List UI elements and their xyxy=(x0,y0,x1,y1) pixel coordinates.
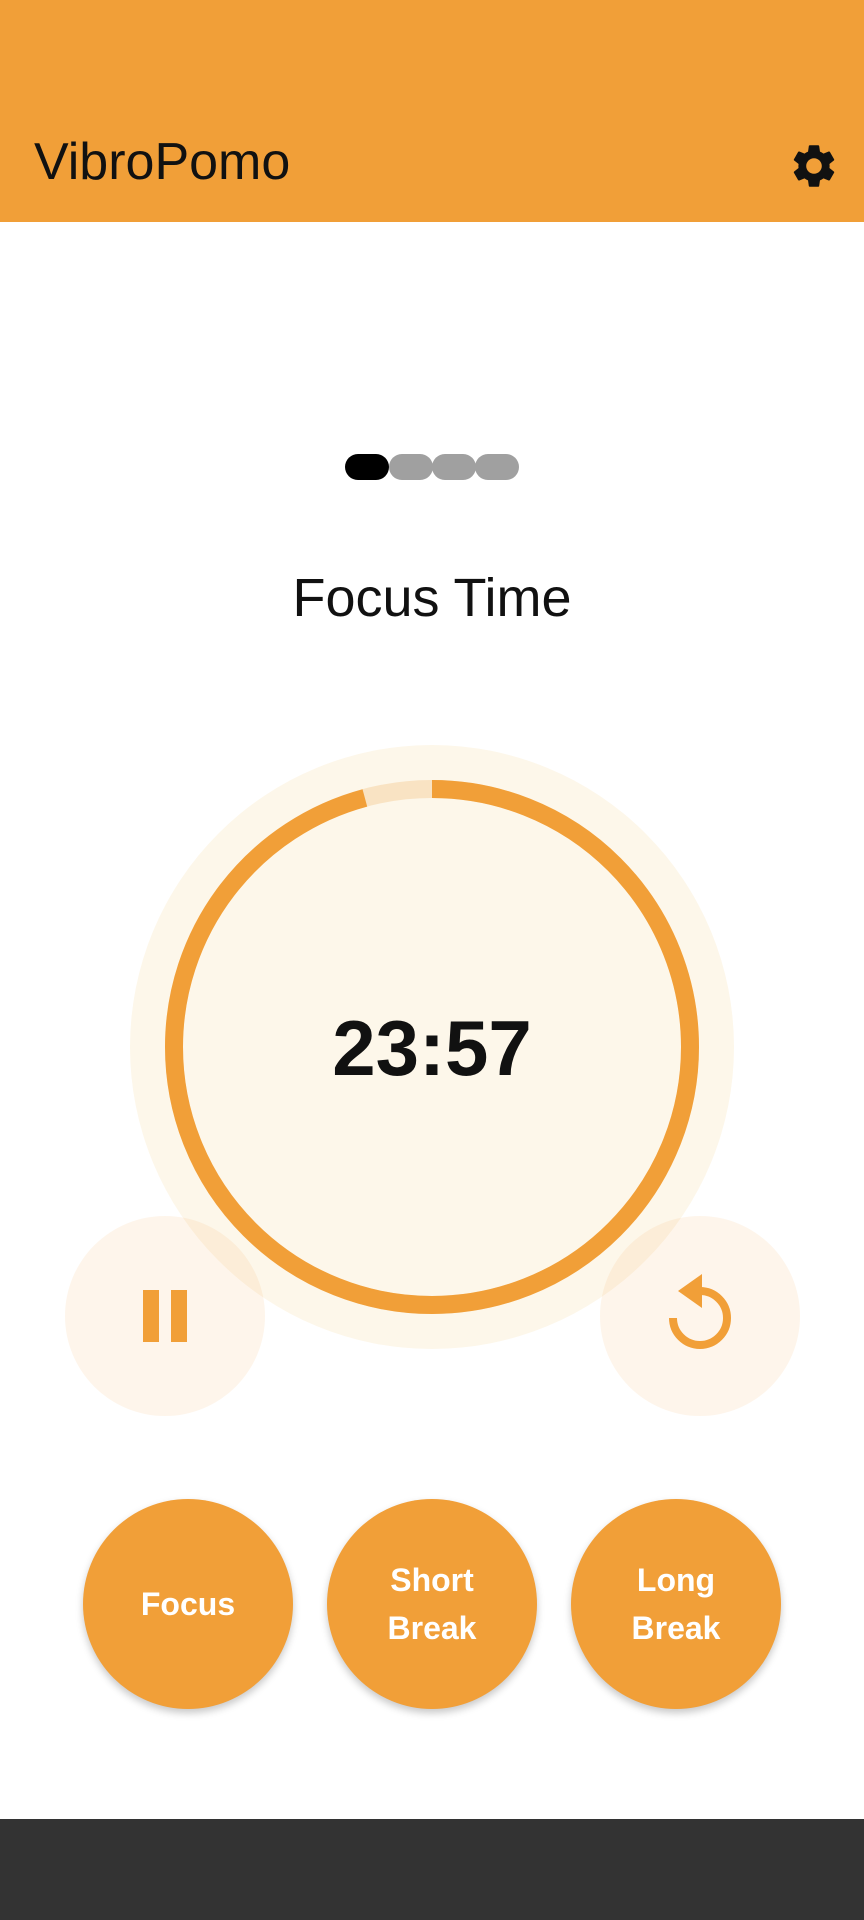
session-indicator-2 xyxy=(389,454,433,480)
focus-mode-button[interactable]: Focus xyxy=(83,1499,293,1709)
system-navigation-bar xyxy=(0,1819,864,1920)
settings-button[interactable] xyxy=(788,140,840,192)
gear-icon xyxy=(793,145,835,187)
focus-mode-label: Focus xyxy=(140,1586,236,1622)
reset-icon xyxy=(669,1274,731,1349)
pause-button[interactable] xyxy=(65,1216,265,1416)
mode-title: Focus Time xyxy=(292,568,572,628)
short-break-label: Short Break xyxy=(387,1562,477,1646)
session-indicator-1 xyxy=(345,454,389,480)
long-break-label: Long Break xyxy=(631,1562,721,1646)
reset-button[interactable] xyxy=(600,1216,800,1416)
timer-display: 23:57 xyxy=(332,1004,532,1092)
pause-icon xyxy=(143,1290,187,1342)
session-indicator-3 xyxy=(432,454,476,480)
app-title: VibroPomo xyxy=(34,133,291,191)
short-break-button[interactable]: Short Break xyxy=(327,1499,537,1709)
session-indicator-4 xyxy=(475,454,519,480)
long-break-button[interactable]: Long Break xyxy=(571,1499,781,1709)
app-bar: VibroPomo xyxy=(0,0,864,222)
